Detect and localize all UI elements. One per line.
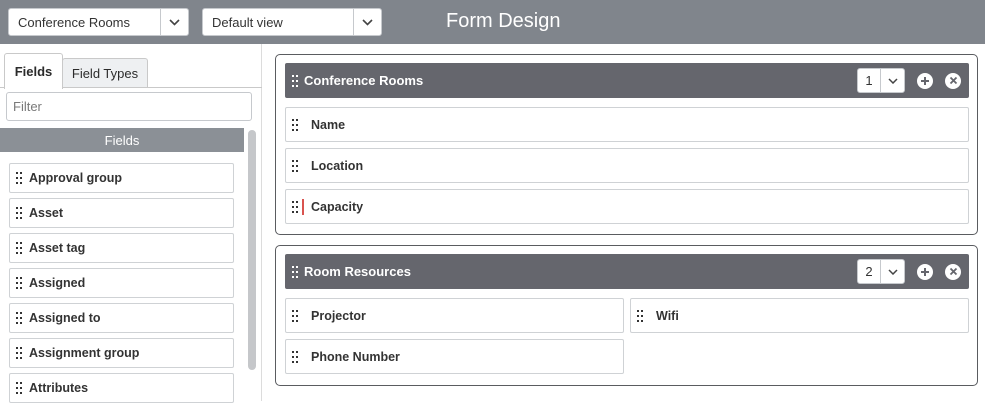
list-item[interactable]: Assignment group [9, 338, 234, 368]
form-section: Conference Rooms 1 Name Location Capacit… [275, 54, 978, 235]
chevron-down-icon[interactable] [353, 9, 381, 35]
drag-handle-icon [16, 347, 22, 359]
field-label: Assignment group [29, 346, 140, 360]
tab-field-types[interactable]: Field Types [62, 58, 148, 88]
list-item[interactable]: Approval group [9, 163, 234, 193]
drag-handle-icon [637, 309, 643, 322]
drag-handle-icon [16, 277, 22, 289]
page-title: Form Design [446, 10, 561, 32]
chevron-down-icon[interactable] [160, 9, 188, 35]
column-count-value: 2 [865, 264, 873, 279]
drag-handle-icon [292, 350, 298, 363]
close-icon[interactable] [945, 72, 961, 89]
field-label: Assigned to [29, 311, 101, 325]
form-field-row[interactable]: Capacity [285, 189, 969, 224]
field-label: Approval group [29, 171, 123, 185]
insertion-marker [302, 198, 304, 215]
chevron-down-icon[interactable] [880, 69, 904, 92]
section-title: Room Resources [304, 264, 411, 279]
form-field-label: Projector [311, 308, 366, 323]
top-toolbar: Conference Rooms Default view Form Desig… [0, 0, 985, 44]
list-item[interactable]: Asset tag [9, 233, 234, 263]
tab-fields[interactable]: Fields [4, 53, 63, 89]
section-header[interactable]: Conference Rooms 1 [285, 63, 969, 98]
form-field-label: Location [311, 158, 364, 173]
form-field-label: Capacity [311, 199, 364, 214]
table-select-value: Conference Rooms [18, 14, 130, 30]
view-select-value: Default view [212, 14, 283, 30]
table-select[interactable]: Conference Rooms [8, 8, 189, 36]
list-item[interactable]: Asset [9, 198, 234, 228]
add-icon[interactable] [917, 263, 933, 280]
form-field-row[interactable]: Projector [285, 298, 624, 333]
drag-handle-icon [292, 118, 298, 131]
field-label: Assigned [29, 276, 86, 290]
field-label: Asset tag [29, 241, 86, 255]
field-label: Asset [29, 206, 64, 220]
drag-handle-icon [292, 309, 298, 322]
drag-handle-icon [16, 172, 22, 184]
field-label: Attributes [29, 381, 89, 395]
filter-input[interactable] [6, 92, 252, 121]
drag-handle-icon [292, 74, 298, 87]
field-list: Approval group Asset Asset tag Assigned … [9, 163, 234, 408]
drag-handle-icon [292, 159, 298, 172]
column-count-value: 1 [865, 73, 873, 88]
form-field-row[interactable]: Location [285, 148, 969, 183]
form-field-row[interactable]: Name [285, 107, 969, 142]
field-palette: Fields Field Types Fields Approval group… [0, 44, 262, 403]
drag-handle-icon [16, 312, 22, 324]
add-icon[interactable] [917, 72, 933, 89]
list-item[interactable]: Assigned [9, 268, 234, 298]
drag-handle-icon [16, 242, 22, 254]
drag-handle-icon [292, 265, 298, 278]
form-field-row[interactable]: Wifi [630, 298, 969, 333]
column-count-select[interactable]: 1 [857, 68, 905, 93]
drag-handle-icon [16, 382, 22, 394]
form-field-row[interactable]: Phone Number [285, 339, 624, 374]
scrollbar-thumb[interactable] [248, 130, 256, 370]
form-canvas: Conference Rooms 1 Name Location Capacit… [262, 44, 985, 401]
section-title: Conference Rooms [304, 73, 424, 88]
section-header[interactable]: Room Resources 2 [285, 254, 969, 289]
drag-handle-icon [292, 200, 298, 213]
list-item[interactable]: Attributes [9, 373, 234, 403]
close-icon[interactable] [945, 263, 961, 280]
fields-list-header: Fields [0, 128, 244, 152]
chevron-down-icon[interactable] [880, 260, 904, 283]
form-field-label: Name [311, 117, 346, 132]
column-count-select[interactable]: 2 [857, 259, 905, 284]
view-select[interactable]: Default view [202, 8, 382, 36]
form-field-label: Phone Number [311, 349, 400, 364]
drag-handle-icon [16, 207, 22, 219]
form-section: Room Resources 2 Projector Wifi Phone Nu… [275, 245, 978, 386]
form-field-label: Wifi [656, 308, 679, 323]
list-item[interactable]: Assigned to [9, 303, 234, 333]
